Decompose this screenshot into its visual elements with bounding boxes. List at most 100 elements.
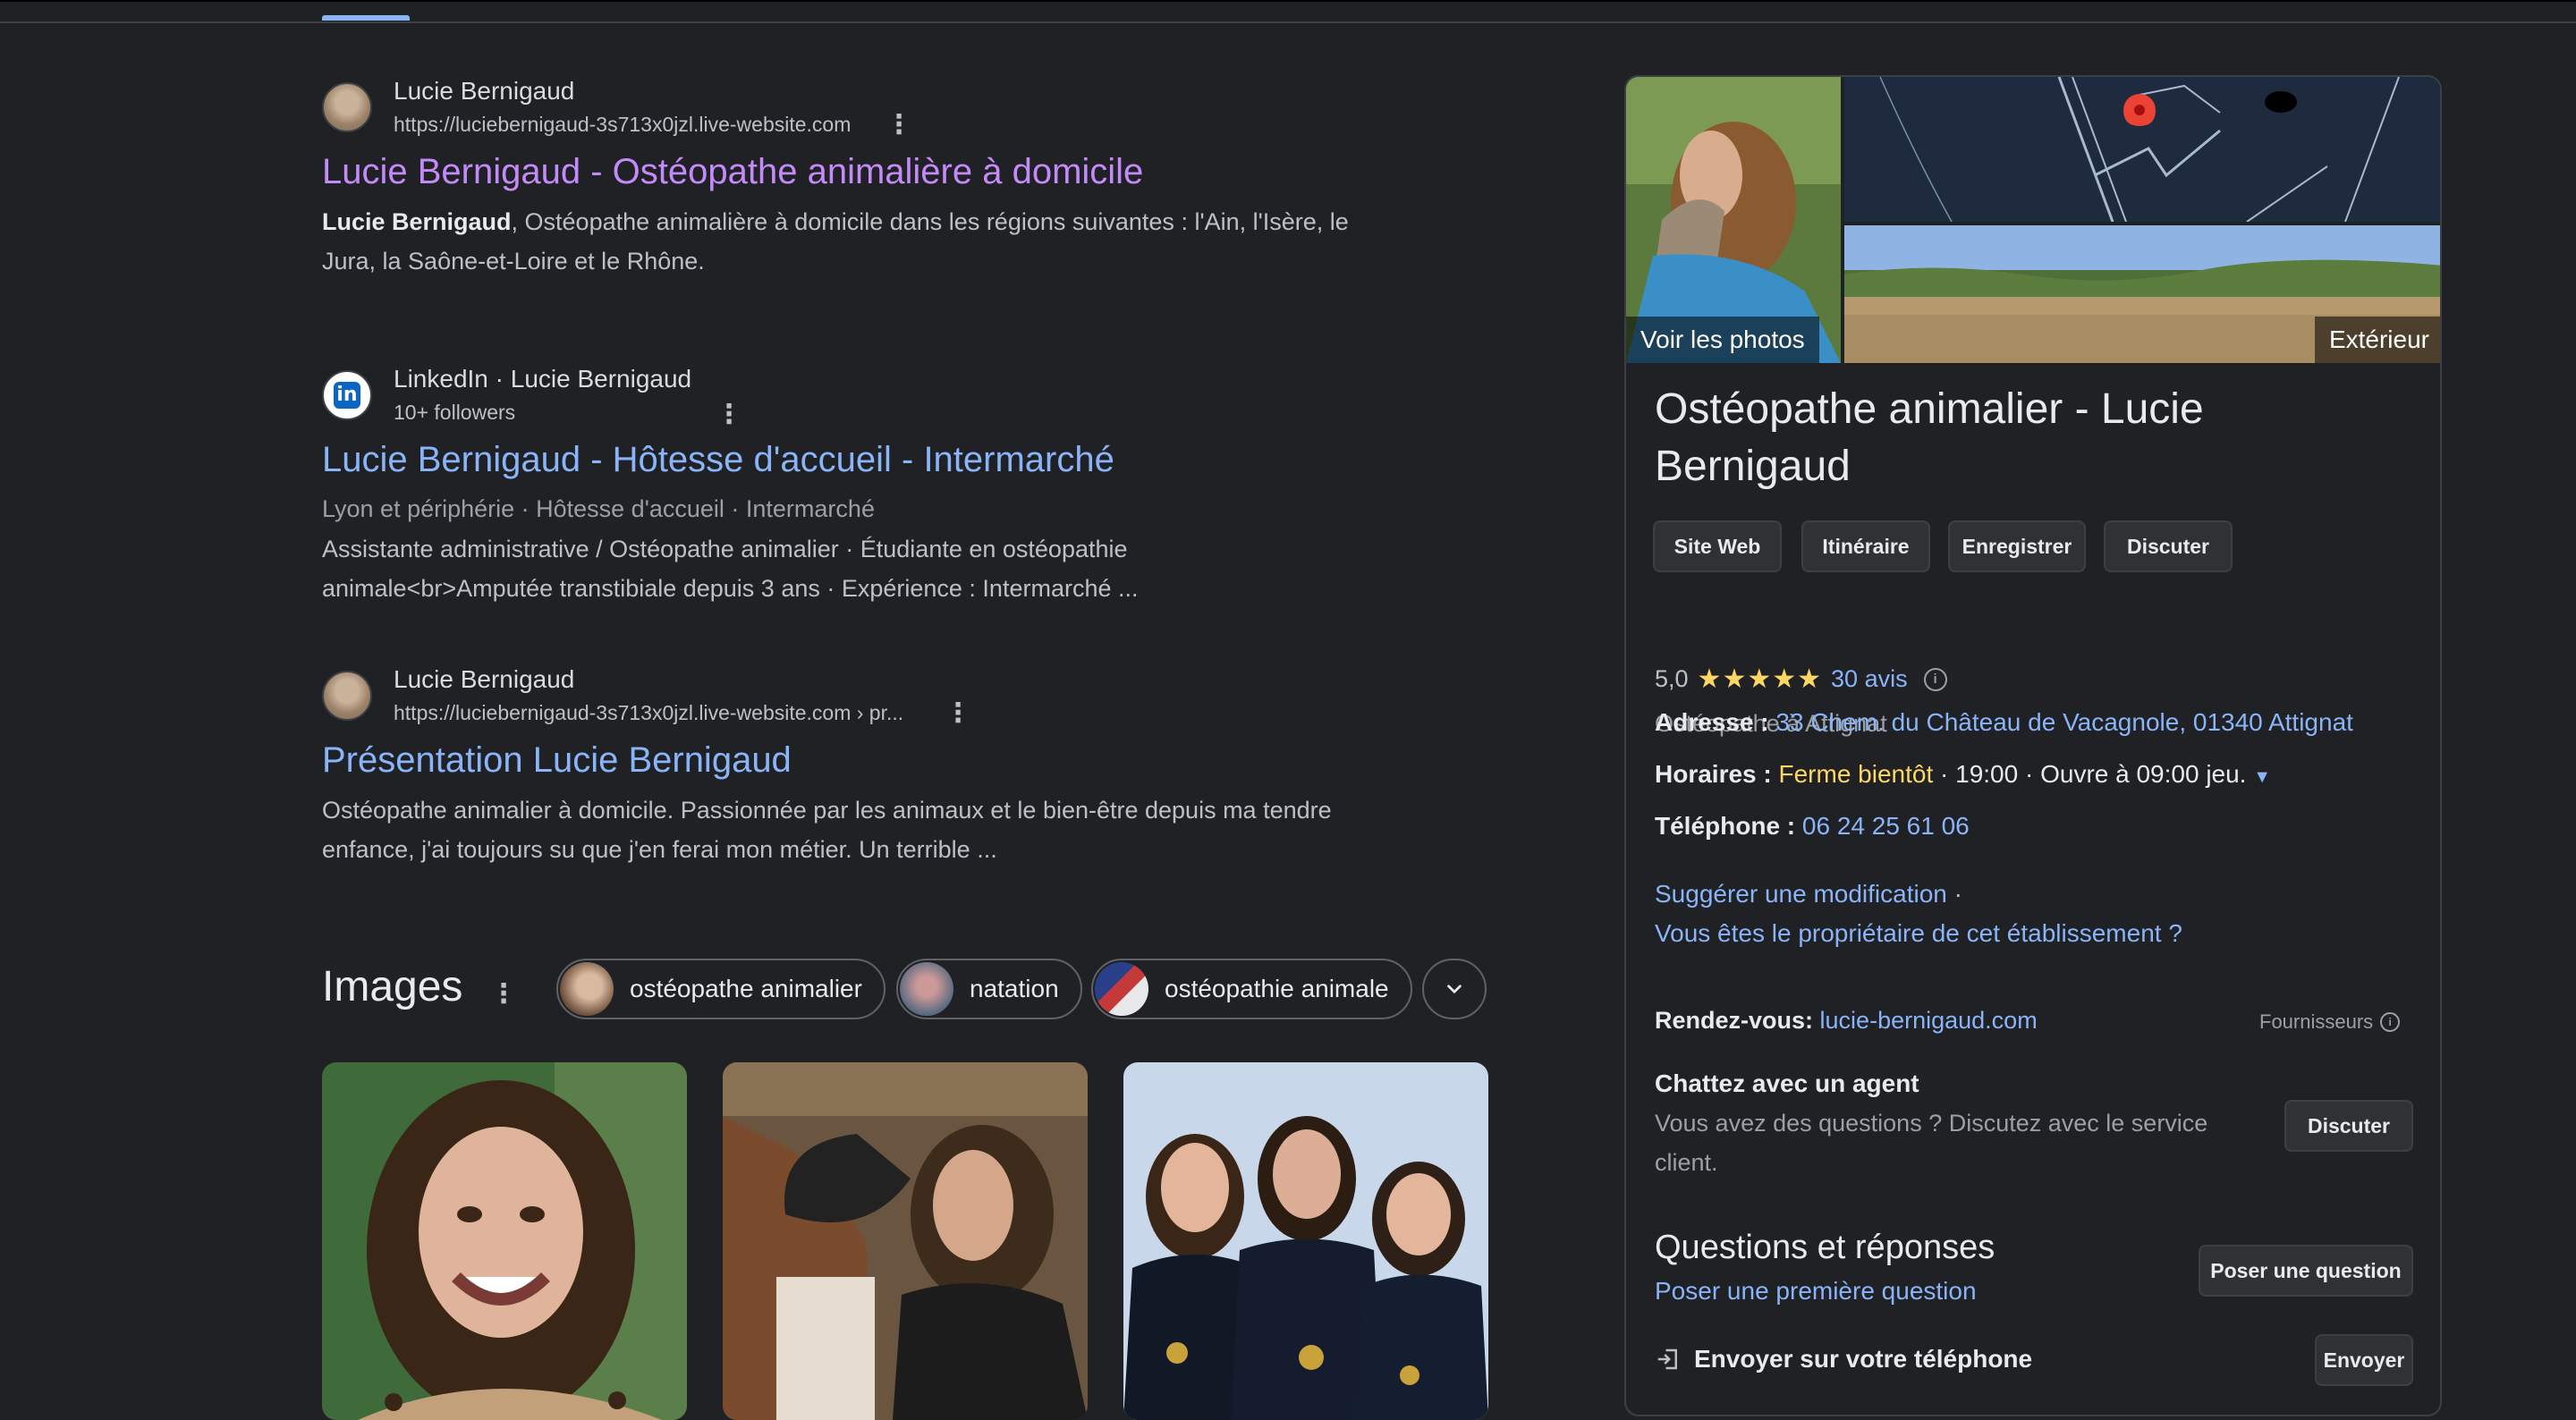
snippet-text: Ostéopathe animalier à domicile. Passion… bbox=[322, 797, 1332, 824]
chip-label: natation bbox=[970, 975, 1059, 1002]
chip-thumbnail bbox=[560, 962, 614, 1016]
linkedin-icon: in bbox=[334, 382, 360, 409]
more-options-icon[interactable]: ⋮ bbox=[886, 109, 912, 141]
site-url[interactable]: https://luciebernigaud-3s713x0jzl.live-w… bbox=[394, 701, 903, 725]
qa-title: Questions et réponses bbox=[1655, 1229, 1996, 1266]
images-more-icon[interactable]: ⋮ bbox=[490, 978, 517, 1010]
result-meta: Lyon et périphérie · Hôtesse d'accueil ·… bbox=[322, 495, 875, 522]
more-options-icon[interactable]: ⋮ bbox=[716, 399, 742, 431]
address-label: Adresse : bbox=[1655, 708, 1769, 736]
chip-thumbnail bbox=[1095, 962, 1148, 1016]
chat-agent-button[interactable]: Discuter bbox=[2284, 1100, 2413, 1152]
exterior-label[interactable]: Extérieur bbox=[2314, 317, 2440, 363]
send-to-phone-row[interactable]: Envoyer sur votre téléphone bbox=[1655, 1345, 2032, 1374]
booking-link[interactable]: lucie-bernigaud.com bbox=[1820, 1007, 2038, 1034]
snippet-text: Assistante administrative / Ostéopathe a… bbox=[322, 536, 1128, 562]
chevron-down-icon bbox=[1447, 985, 1462, 994]
snippet-text-2: enfance, j'ai toujours su que j'en ferai… bbox=[322, 836, 997, 863]
snippet-bold: Lucie Bernigaud bbox=[322, 208, 512, 235]
map-view bbox=[1844, 77, 2440, 222]
image-result-2[interactable] bbox=[723, 1062, 1088, 1420]
result-title-link[interactable]: Lucie Bernigaud - Ostéopathe animalière … bbox=[322, 152, 1143, 192]
suggest-row: Suggérer une modification · bbox=[1655, 880, 1962, 909]
linkedin-favicon[interactable]: in bbox=[322, 370, 372, 420]
site-name[interactable]: Lucie Bernigaud bbox=[394, 77, 574, 106]
hours-status: Ferme bientôt bbox=[1778, 760, 1934, 788]
chat-desc-line-1: Vous avez des questions ? Discutez avec … bbox=[1655, 1110, 2208, 1137]
image-chip-natation[interactable]: natation bbox=[896, 959, 1082, 1019]
site-name[interactable]: Lucie Bernigaud bbox=[394, 665, 574, 694]
active-tab-indicator bbox=[322, 15, 410, 21]
phone-link[interactable]: 06 24 25 61 06 bbox=[1802, 812, 1970, 840]
chat-desc-line-2: client. bbox=[1655, 1149, 1718, 1176]
address-link[interactable]: 33 Chem. du Château de Vacagnole, 01340 … bbox=[1775, 708, 2353, 736]
send-button[interactable]: Envoyer bbox=[2315, 1334, 2413, 1386]
ask-first-question-link[interactable]: Poser une première question bbox=[1655, 1277, 1977, 1306]
rating-row: 5,0 ★★★★★ 30 avis i bbox=[1655, 664, 1947, 695]
snippet-text-2: Jura, la Saône-et-Loire et le Rhône. bbox=[322, 248, 705, 275]
info-icon[interactable]: i bbox=[2380, 1012, 2401, 1032]
expand-chips-button[interactable] bbox=[1422, 959, 1487, 1019]
photos-tile[interactable]: Voir les photos bbox=[1626, 77, 1841, 363]
hours-row[interactable]: Horaires : Ferme bientôt · 19:00 · Ouvre… bbox=[1655, 760, 2271, 789]
site-name[interactable]: LinkedIn · Lucie Bernigaud bbox=[394, 365, 691, 393]
site-favicon[interactable] bbox=[322, 82, 372, 132]
star-rating-icon: ★★★★★ bbox=[1697, 664, 1823, 694]
image-chip-osteopathe-animalier[interactable]: ostéopathe animalier bbox=[556, 959, 886, 1019]
top-border bbox=[0, 0, 2576, 2]
chip-thumbnail bbox=[900, 962, 953, 1016]
save-button[interactable]: Enregistrer bbox=[1948, 520, 2086, 572]
knowledge-panel: Voir les photos Extérieur Ostéopathe ani… bbox=[1624, 75, 2442, 1416]
chip-label: ostéopathie animale bbox=[1165, 975, 1389, 1002]
chat-title: Chattez avec un agent bbox=[1655, 1069, 1919, 1097]
providers-label: Fournisseurs bbox=[2259, 1010, 2374, 1033]
result-title-link[interactable]: Lucie Bernigaud - Hôtesse d'accueil - In… bbox=[322, 440, 1114, 480]
result-title-link[interactable]: Présentation Lucie Bernigaud bbox=[322, 740, 792, 781]
booking-label: Rendez-vous: bbox=[1655, 1007, 1814, 1034]
swimmers-photo bbox=[1123, 1062, 1488, 1420]
info-icon[interactable]: i bbox=[1923, 667, 1947, 691]
portrait-photo bbox=[322, 1062, 687, 1420]
images-section-title: Images bbox=[322, 963, 463, 1010]
providers-row[interactable]: Fournisseurs i bbox=[2259, 1010, 2401, 1034]
result-snippet: Assistante administrative / Ostéopathe a… bbox=[322, 529, 1503, 608]
rating-value: 5,0 bbox=[1655, 665, 1689, 692]
followers-count: 10+ followers bbox=[394, 401, 516, 424]
image-chip-osteopathie-animale[interactable]: ostéopathie animale bbox=[1091, 959, 1412, 1019]
send-to-phone-label: Envoyer sur votre téléphone bbox=[1694, 1345, 2033, 1373]
reviews-link[interactable]: 30 avis bbox=[1831, 665, 1908, 693]
site-favicon[interactable] bbox=[322, 671, 372, 721]
result-snippet: Lucie Bernigaud, Ostéopathe animalière à… bbox=[322, 202, 1503, 281]
image-result-1[interactable] bbox=[322, 1062, 687, 1420]
website-button[interactable]: Site Web bbox=[1653, 520, 1782, 572]
phone-label: Téléphone : bbox=[1655, 812, 1796, 840]
snippet-text: , Ostéopathe animalière à domicile dans … bbox=[511, 208, 1349, 235]
chat-button[interactable]: Discuter bbox=[2104, 520, 2233, 572]
chat-description: Vous avez des questions ? Discutez avec … bbox=[1655, 1103, 2207, 1182]
send-to-phone-icon bbox=[1657, 1348, 1677, 1370]
exterior-tile[interactable]: Extérieur bbox=[1844, 225, 2440, 363]
search-result-3: Lucie Bernigaud https://luciebernigaud-3… bbox=[322, 664, 1521, 878]
snippet-text-2: animale<br>Amputée transtibiale depuis 3… bbox=[322, 575, 1139, 602]
suggest-edit-link[interactable]: Suggérer une modification bbox=[1655, 880, 1947, 908]
booking-row: Rendez-vous: lucie-bernigaud.com bbox=[1655, 1007, 2038, 1035]
search-result-2: in LinkedIn · Lucie Bernigaud 10+ follow… bbox=[322, 363, 1521, 622]
caret-down-icon[interactable]: ▼ bbox=[2253, 767, 2271, 787]
more-options-icon[interactable]: ⋮ bbox=[945, 697, 971, 730]
business-title: Ostéopathe animalier - Lucie Bernigaud bbox=[1655, 385, 2204, 490]
chip-label: ostéopathe animalier bbox=[630, 975, 862, 1002]
result-snippet: Ostéopathe animalier à domicile. Passion… bbox=[322, 790, 1503, 869]
separator: · bbox=[1953, 880, 1962, 908]
hours-label: Horaires : bbox=[1655, 760, 1772, 788]
site-url[interactable]: https://luciebernigaud-3s713x0jzl.live-w… bbox=[394, 113, 851, 137]
image-result-3[interactable] bbox=[1123, 1062, 1488, 1420]
address-row: Adresse : 33 Chem. du Château de Vacagno… bbox=[1655, 708, 2353, 737]
search-result-1: Lucie Bernigaud https://luciebernigaud-3… bbox=[322, 75, 1521, 290]
claim-business-link[interactable]: Vous êtes le propriétaire de cet établis… bbox=[1655, 919, 2182, 948]
directions-button[interactable]: Itinéraire bbox=[1801, 520, 1930, 572]
hours-detail: · 19:00 · Ouvre à 09:00 jeu. bbox=[1940, 760, 2247, 788]
map-tile[interactable] bbox=[1844, 77, 2440, 222]
view-photos-label[interactable]: Voir les photos bbox=[1626, 317, 1819, 363]
horse-photo bbox=[723, 1062, 1088, 1420]
ask-question-button[interactable]: Poser une question bbox=[2199, 1245, 2413, 1297]
